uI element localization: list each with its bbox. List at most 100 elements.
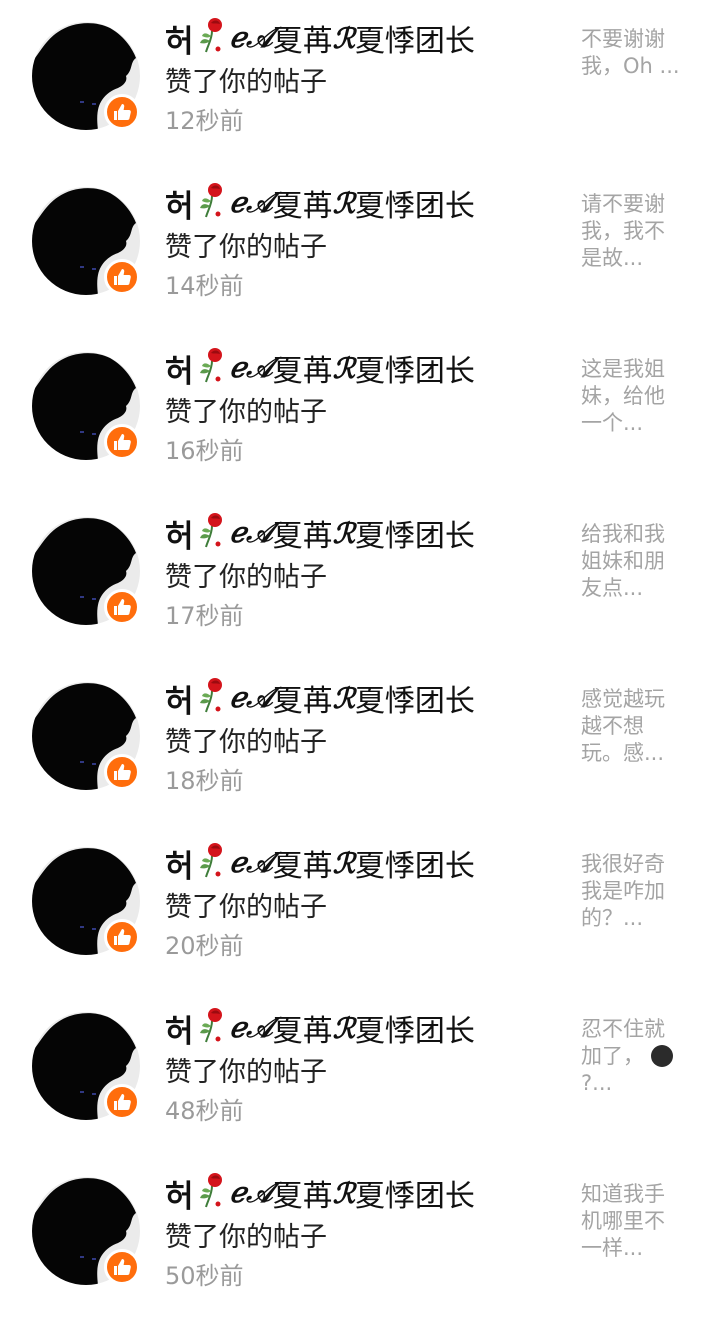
like-badge [104, 424, 140, 460]
name-hangul: 허 [165, 848, 194, 885]
name-cjk-1: 夏苒 [272, 519, 333, 554]
name-script: ℯ𝒜 [229, 681, 273, 714]
thumbs-up-icon [114, 764, 131, 780]
snippet-text: 这是我姐妹，给他一个... [581, 357, 665, 435]
post-snippet[interactable]: 感觉越玩越不想玩。感... [581, 686, 681, 767]
name-script: ℯ𝒜 [229, 21, 273, 54]
rose-icon [198, 180, 228, 226]
action-text: 赞了你的帖子 [165, 232, 327, 263]
name-cjk-2: 夏悸团长 [354, 684, 475, 719]
rose-icon [198, 15, 228, 61]
user-name[interactable]: 허 ℯ𝒜 夏苒 ℛ 夏悸团长 [165, 675, 475, 721]
rose-icon [198, 1170, 228, 1216]
snippet-text: 我很好奇我是咋加的？... [581, 852, 665, 930]
action-text: 赞了你的帖子 [165, 1222, 327, 1253]
like-badge [104, 94, 140, 130]
like-badge [104, 1249, 140, 1285]
dark-face-emoji-icon [650, 1045, 673, 1067]
thumbs-up-icon [114, 929, 131, 945]
snippet-text: 感觉越玩越不想玩。感... [581, 687, 665, 765]
name-hangul: 허 [165, 188, 194, 225]
user-name[interactable]: 허 ℯ𝒜 夏苒 ℛ 夏悸团长 [165, 180, 475, 226]
name-script: ℯ𝒜 [229, 516, 273, 549]
name-cjk-1: 夏苒 [272, 24, 333, 59]
name-cjk-2: 夏悸团长 [354, 849, 475, 884]
name-cjk-2: 夏悸团长 [354, 1014, 475, 1049]
user-name[interactable]: 허 ℯ𝒜 夏苒 ℛ 夏悸团长 [165, 1170, 475, 1216]
name-script-2: ℛ [332, 21, 355, 55]
snippet-text: 不要谢谢我，Oh ... [581, 27, 680, 78]
user-name[interactable]: 허 ℯ𝒜 夏苒 ℛ 夏悸团长 [165, 345, 475, 391]
thumbs-up-icon [114, 104, 131, 120]
timestamp: 12秒前 [165, 107, 244, 135]
notification-item[interactable]: 허 ℯ𝒜 夏苒 ℛ 夏悸团长 赞了你的帖子 16秒前 这是我姐妹，给他一个... [0, 330, 719, 495]
rose-icon [198, 345, 228, 391]
name-script-2: ℛ [332, 681, 355, 715]
notification-item[interactable]: 허 ℯ𝒜 夏苒 ℛ 夏悸团长 赞了你的帖子 18秒前 感觉越玩越不想玩。感... [0, 660, 719, 825]
post-snippet[interactable]: 知道我手机哪里不一样... [581, 1181, 681, 1262]
name-cjk-2: 夏悸团长 [354, 519, 475, 554]
user-name[interactable]: 허 ℯ𝒜 夏苒 ℛ 夏悸团长 [165, 840, 475, 886]
rose-icon [198, 675, 228, 721]
notification-item[interactable]: 허 ℯ𝒜 夏苒 ℛ 夏悸团长 赞了你的帖子 20秒前 我很好奇我是咋加的？... [0, 825, 719, 990]
post-snippet[interactable]: 忍不住就加了， ?... [581, 1016, 681, 1097]
name-cjk-1: 夏苒 [272, 1014, 333, 1049]
notification-item[interactable]: 허 ℯ𝒜 夏苒 ℛ 夏悸团长 赞了你的帖子 17秒前 给我和我姐妹和朋友点... [0, 495, 719, 660]
rose-icon [198, 840, 228, 886]
name-cjk-1: 夏苒 [272, 354, 333, 389]
notification-item[interactable]: 허 ℯ𝒜 夏苒 ℛ 夏悸团长 赞了你的帖子 48秒前 忍不住就加了， ?... [0, 990, 719, 1155]
name-script: ℯ𝒜 [229, 1176, 273, 1209]
name-script: ℯ𝒜 [229, 351, 273, 384]
action-text: 赞了你的帖子 [165, 892, 327, 923]
rose-icon [198, 1005, 228, 1051]
notification-list: 허 ℯ𝒜 夏苒 ℛ 夏悸团长 赞了你的帖子 12秒前 不要谢谢我，Oh ... [0, 0, 719, 1320]
name-hangul: 허 [165, 518, 194, 555]
post-snippet[interactable]: 这是我姐妹，给他一个... [581, 356, 681, 437]
like-badge [104, 1084, 140, 1120]
name-script-2: ℛ [332, 186, 355, 220]
like-badge [104, 259, 140, 295]
thumbs-up-icon [114, 269, 131, 285]
notification-item[interactable]: 허 ℯ𝒜 夏苒 ℛ 夏悸团长 赞了你的帖子 14秒前 请不要谢我，我不是故... [0, 165, 719, 330]
timestamp: 50秒前 [165, 1262, 244, 1290]
like-badge [104, 919, 140, 955]
timestamp: 14秒前 [165, 272, 244, 300]
timestamp: 20秒前 [165, 932, 244, 960]
timestamp: 16秒前 [165, 437, 244, 465]
name-cjk-2: 夏悸团长 [354, 1179, 475, 1214]
name-hangul: 허 [165, 683, 194, 720]
action-text: 赞了你的帖子 [165, 67, 327, 98]
name-cjk-2: 夏悸团长 [354, 24, 475, 59]
snippet-text: 知道我手机哪里不一样... [581, 1182, 665, 1260]
timestamp: 17秒前 [165, 602, 244, 630]
name-hangul: 허 [165, 1178, 194, 1215]
action-text: 赞了你的帖子 [165, 727, 327, 758]
name-cjk-1: 夏苒 [272, 189, 333, 224]
snippet-tail-text: ?... [581, 1071, 613, 1095]
notification-item[interactable]: 허 ℯ𝒜 夏苒 ℛ 夏悸团长 赞了你的帖子 12秒前 不要谢谢我，Oh ... [0, 0, 719, 165]
timestamp: 48秒前 [165, 1097, 244, 1125]
post-snippet[interactable]: 不要谢谢我，Oh ... [581, 26, 681, 80]
user-name[interactable]: 허 ℯ𝒜 夏苒 ℛ 夏悸团长 [165, 15, 475, 61]
post-snippet[interactable]: 我很好奇我是咋加的？... [581, 851, 681, 932]
user-name[interactable]: 허 ℯ𝒜 夏苒 ℛ 夏悸团长 [165, 510, 475, 556]
name-hangul: 허 [165, 353, 194, 390]
name-script: ℯ𝒜 [229, 1011, 273, 1044]
name-cjk-2: 夏悸团长 [354, 189, 475, 224]
notification-item[interactable]: 허 ℯ𝒜 夏苒 ℛ 夏悸团长 赞了你的帖子 50秒前 知道我手机哪里不一样... [0, 1155, 719, 1320]
thumbs-up-icon [114, 1259, 131, 1275]
post-snippet[interactable]: 给我和我姐妹和朋友点... [581, 521, 681, 602]
post-snippet[interactable]: 请不要谢我，我不是故... [581, 191, 681, 272]
name-cjk-1: 夏苒 [272, 849, 333, 884]
thumbs-up-icon [114, 599, 131, 615]
name-cjk-1: 夏苒 [272, 684, 333, 719]
name-cjk-1: 夏苒 [272, 1179, 333, 1214]
action-text: 赞了你的帖子 [165, 1057, 327, 1088]
like-badge [104, 589, 140, 625]
name-cjk-2: 夏悸团长 [354, 354, 475, 389]
user-name[interactable]: 허 ℯ𝒜 夏苒 ℛ 夏悸团长 [165, 1005, 475, 1051]
rose-icon [198, 510, 228, 556]
name-script-2: ℛ [332, 516, 355, 550]
name-hangul: 허 [165, 1013, 194, 1050]
name-script-2: ℛ [332, 351, 355, 385]
